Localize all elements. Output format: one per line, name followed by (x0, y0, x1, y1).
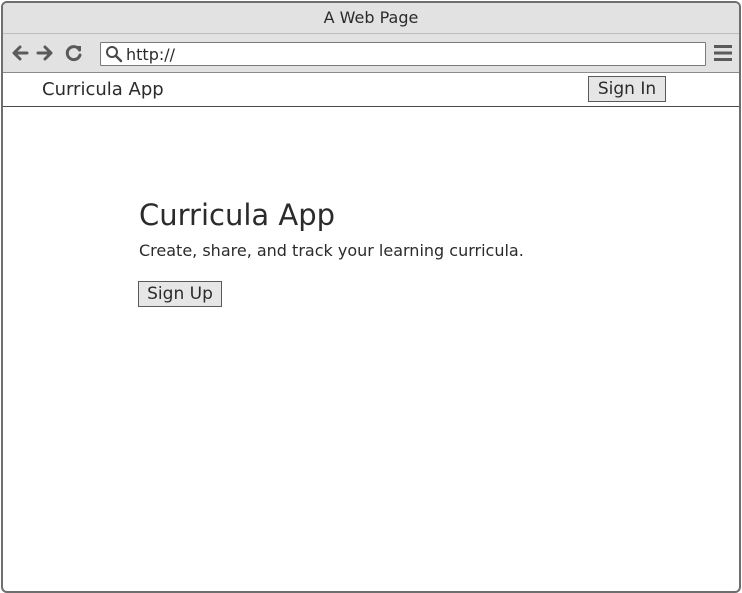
browser-toolbar: http:// (3, 34, 739, 73)
address-bar[interactable]: http:// (100, 42, 706, 66)
url-input[interactable]: http:// (126, 46, 175, 64)
browser-window: A Web Page http:// Curricula App Sign In… (1, 1, 741, 593)
sign-up-button[interactable]: Sign Up (138, 281, 222, 307)
arrow-right-icon[interactable] (35, 43, 55, 63)
window-title: A Web Page (323, 8, 419, 27)
hero-title: Curricula App (139, 198, 336, 232)
arrow-left-icon[interactable] (10, 43, 30, 63)
sign-in-button[interactable]: Sign In (588, 76, 666, 102)
hero-subtitle: Create, share, and track your learning c… (139, 241, 524, 260)
window-titlebar: A Web Page (3, 3, 739, 34)
search-icon (105, 45, 123, 63)
reload-icon[interactable] (64, 43, 84, 63)
brand-name[interactable]: Curricula App (42, 79, 164, 101)
app-navbar: Curricula App Sign In (3, 73, 739, 107)
hamburger-menu-icon[interactable] (714, 44, 732, 62)
